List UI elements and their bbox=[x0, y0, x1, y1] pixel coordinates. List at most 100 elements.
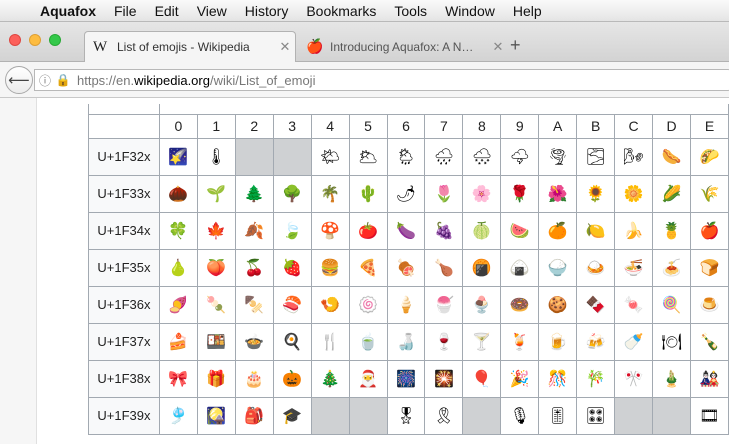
emoji-cell[interactable]: 🌪 bbox=[538, 137, 578, 176]
url-bar[interactable]: ⓘ 🔒 https://en.wikipedia.org/wiki/List_o… bbox=[34, 69, 729, 91]
emoji-cell[interactable]: 🍼 bbox=[614, 322, 654, 361]
emoji-cell[interactable]: 🍹 bbox=[500, 322, 540, 361]
emoji-cell[interactable]: 🎈 bbox=[462, 359, 502, 398]
emoji-cell[interactable]: 🍗 bbox=[424, 248, 464, 287]
emoji-cell[interactable]: 🍔 bbox=[310, 248, 350, 287]
menu-bookmarks[interactable]: Bookmarks bbox=[297, 3, 385, 19]
emoji-cell[interactable]: 🌻 bbox=[576, 174, 616, 213]
emoji-cell[interactable]: 🍡 bbox=[196, 285, 236, 324]
menu-history[interactable]: History bbox=[236, 3, 298, 19]
emoji-cell[interactable]: 🍥 bbox=[348, 285, 388, 324]
menu-edit[interactable]: Edit bbox=[146, 3, 188, 19]
emoji-cell[interactable]: 🍂 bbox=[234, 211, 274, 250]
emoji-cell[interactable]: 🍩 bbox=[500, 285, 540, 324]
emoji-cell[interactable]: 🌬 bbox=[614, 137, 654, 176]
window-minimize-button[interactable] bbox=[29, 34, 41, 46]
emoji-cell[interactable]: 🍶 bbox=[386, 322, 426, 361]
emoji-cell[interactable]: 🍢 bbox=[234, 285, 274, 324]
emoji-cell[interactable]: 🎐 bbox=[158, 396, 198, 435]
emoji-cell[interactable]: 🍱 bbox=[196, 322, 236, 361]
emoji-cell[interactable]: 🍽 bbox=[652, 322, 691, 361]
emoji-cell[interactable]: 🍑 bbox=[196, 248, 236, 287]
emoji-cell[interactable]: 🌧 bbox=[424, 137, 464, 176]
tab-close-icon[interactable]: ✕ bbox=[275, 39, 295, 55]
menu-window[interactable]: Window bbox=[436, 3, 504, 19]
emoji-cell[interactable]: 🍖 bbox=[386, 248, 426, 287]
emoji-cell[interactable]: 🎀 bbox=[158, 359, 198, 398]
emoji-cell[interactable]: 🍚 bbox=[538, 248, 578, 287]
emoji-cell[interactable]: 🌳 bbox=[272, 174, 312, 213]
emoji-cell[interactable]: 🍈 bbox=[462, 211, 502, 250]
emoji-cell[interactable]: 🎄 bbox=[310, 359, 350, 398]
emoji-cell[interactable]: 🍫 bbox=[576, 285, 616, 324]
emoji-cell[interactable]: 🌼 bbox=[614, 174, 654, 213]
emoji-cell[interactable]: 🍠 bbox=[158, 285, 198, 324]
new-tab-button[interactable]: + bbox=[510, 35, 521, 56]
url-text[interactable]: https://en.wikipedia.org/wiki/List_of_em… bbox=[71, 73, 315, 88]
emoji-cell[interactable]: 🎎 bbox=[690, 359, 729, 398]
emoji-cell[interactable]: 🍘 bbox=[462, 248, 502, 287]
emoji-cell[interactable]: 🌤 bbox=[310, 137, 350, 176]
emoji-cell[interactable]: 🌷 bbox=[424, 174, 464, 213]
emoji-cell[interactable]: 🍞 bbox=[690, 248, 729, 287]
emoji-cell[interactable]: 🎚 bbox=[538, 396, 578, 435]
emoji-cell[interactable]: 🍝 bbox=[652, 248, 691, 287]
emoji-cell[interactable]: 🎓 bbox=[272, 396, 312, 435]
emoji-cell[interactable]: 🍮 bbox=[690, 285, 729, 324]
emoji-cell[interactable]: 🌽 bbox=[652, 174, 691, 213]
emoji-cell[interactable]: 🍾 bbox=[690, 322, 729, 361]
emoji-cell[interactable]: 🎒 bbox=[234, 396, 274, 435]
emoji-cell[interactable]: 🍒 bbox=[234, 248, 274, 287]
emoji-cell[interactable]: 🍻 bbox=[576, 322, 616, 361]
menu-view[interactable]: View bbox=[188, 3, 236, 19]
emoji-cell[interactable]: 🎁 bbox=[196, 359, 236, 398]
emoji-cell[interactable]: 🎇 bbox=[424, 359, 464, 398]
emoji-cell[interactable]: 🎛 bbox=[576, 396, 616, 435]
emoji-cell[interactable]: 🌭 bbox=[652, 137, 691, 176]
emoji-cell[interactable]: 🎗 bbox=[424, 396, 464, 435]
emoji-cell[interactable]: 🌺 bbox=[538, 174, 578, 213]
emoji-cell[interactable]: 🍺 bbox=[538, 322, 578, 361]
site-info-icon[interactable]: ⓘ bbox=[35, 72, 55, 89]
emoji-cell[interactable]: 🎃 bbox=[272, 359, 312, 398]
emoji-cell[interactable]: 🍣 bbox=[272, 285, 312, 324]
emoji-cell[interactable]: 🎌 bbox=[614, 359, 654, 398]
emoji-cell[interactable]: 🌦 bbox=[386, 137, 426, 176]
emoji-cell[interactable]: 🍙 bbox=[500, 248, 540, 287]
emoji-cell[interactable]: 🎖 bbox=[386, 396, 426, 435]
emoji-cell[interactable]: 🍊 bbox=[538, 211, 578, 250]
tab-wikipedia[interactable]: W List of emojis - Wikipedia ✕ bbox=[84, 31, 296, 62]
emoji-cell[interactable]: 🍲 bbox=[234, 322, 274, 361]
emoji-cell[interactable]: 🎋 bbox=[576, 359, 616, 398]
emoji-cell[interactable]: 🍃 bbox=[272, 211, 312, 250]
emoji-cell[interactable]: 🌸 bbox=[462, 174, 502, 213]
emoji-cell[interactable]: 🍪 bbox=[538, 285, 578, 324]
emoji-cell[interactable]: 🌥 bbox=[348, 137, 388, 176]
emoji-cell[interactable]: 🍸 bbox=[462, 322, 502, 361]
emoji-cell[interactable]: 🎊 bbox=[538, 359, 578, 398]
emoji-cell[interactable]: 🍇 bbox=[424, 211, 464, 250]
emoji-cell[interactable]: 🌨 bbox=[462, 137, 502, 176]
emoji-cell[interactable]: 🎑 bbox=[196, 396, 236, 435]
emoji-cell[interactable]: 🌶 bbox=[386, 174, 426, 213]
emoji-cell[interactable]: 🎞 bbox=[690, 396, 729, 435]
emoji-cell[interactable]: 🎙 bbox=[500, 396, 540, 435]
tab-aquafox-intro[interactable]: 🍎 Introducing Aquafox: A N… ✕ bbox=[298, 31, 508, 62]
emoji-cell[interactable]: 🍓 bbox=[272, 248, 312, 287]
window-close-button[interactable] bbox=[9, 34, 21, 46]
emoji-cell[interactable]: 🌾 bbox=[690, 174, 729, 213]
emoji-cell[interactable]: 🌲 bbox=[234, 174, 274, 213]
emoji-cell[interactable]: 🎍 bbox=[652, 359, 691, 398]
emoji-cell[interactable]: 🍤 bbox=[310, 285, 350, 324]
menu-file[interactable]: File bbox=[105, 3, 146, 19]
emoji-cell[interactable]: 🌠 bbox=[158, 137, 198, 176]
app-menu[interactable]: Aquafox bbox=[36, 3, 105, 19]
emoji-cell[interactable]: 🍜 bbox=[614, 248, 654, 287]
emoji-cell[interactable]: 🎉 bbox=[500, 359, 540, 398]
emoji-cell[interactable]: 🎂 bbox=[234, 359, 274, 398]
emoji-cell[interactable]: 🍴 bbox=[310, 322, 350, 361]
emoji-cell[interactable]: 🍵 bbox=[348, 322, 388, 361]
tab-close-icon[interactable]: ✕ bbox=[488, 39, 508, 55]
emoji-cell[interactable]: 🌫 bbox=[576, 137, 616, 176]
emoji-cell[interactable]: 🍬 bbox=[614, 285, 654, 324]
